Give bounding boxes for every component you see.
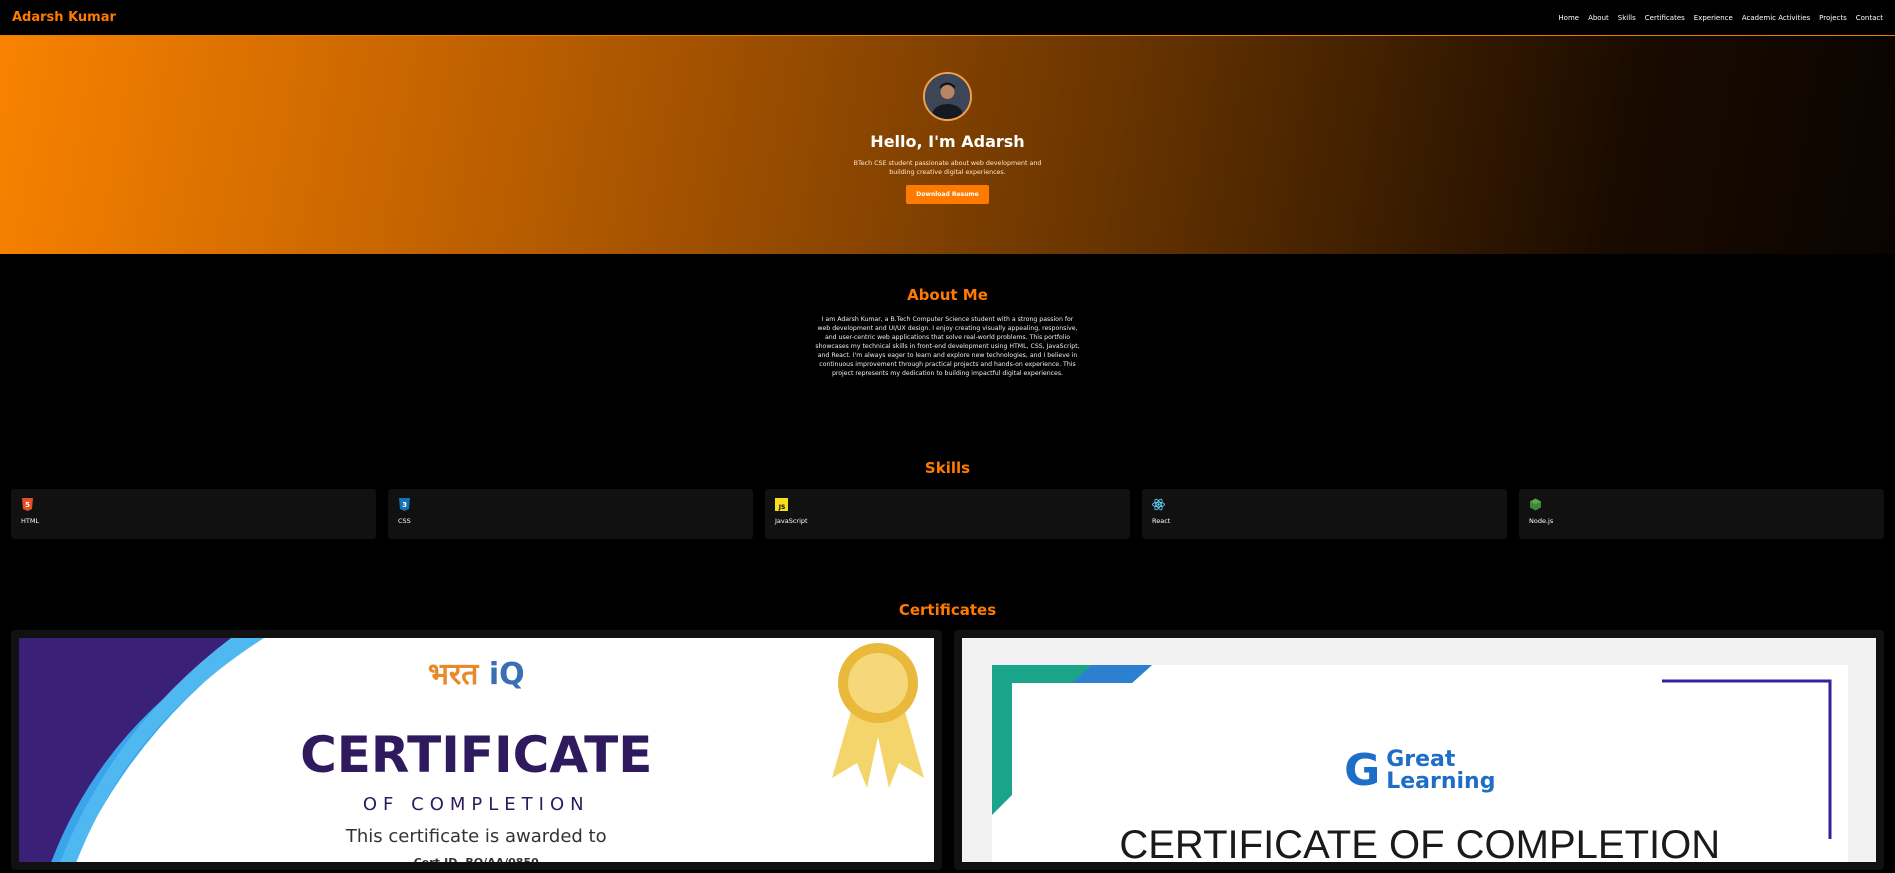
avatar bbox=[923, 72, 972, 121]
nav-link-about[interactable]: About bbox=[1588, 14, 1609, 22]
certificate-awarded-text: This certificate is awarded to bbox=[345, 826, 607, 847]
nav-link-certificates[interactable]: Certificates bbox=[1645, 14, 1685, 22]
certificate-heading: CERTIFICATE OF COMPLETION bbox=[1119, 823, 1721, 862]
skill-label: HTML bbox=[21, 517, 40, 525]
svg-text:5: 5 bbox=[25, 501, 30, 509]
great-learning-logo: G Great Learning bbox=[1344, 745, 1496, 796]
nav-link-contact[interactable]: Contact bbox=[1856, 14, 1883, 22]
nav-link-projects[interactable]: Projects bbox=[1819, 14, 1847, 22]
skill-card-nodejs: Node.js bbox=[1519, 489, 1884, 539]
profile-photo-icon bbox=[925, 74, 970, 119]
skill-label: React bbox=[1152, 517, 1171, 525]
skills-grid: 5 HTML 3 CSS JS JavaScript React Node.js bbox=[0, 489, 1895, 539]
skill-label: CSS bbox=[398, 517, 411, 525]
great-learning-g-icon: G bbox=[1344, 745, 1381, 796]
certificates-grid: भरत iQ CERTIFICATE OF COMPLETION This ce… bbox=[0, 630, 1895, 870]
svg-text:JS: JS bbox=[778, 504, 786, 511]
certificates-section: Certificates भरत iQ CERTIFICATE OF COMPL… bbox=[0, 539, 1895, 870]
nav-link-academic-activities[interactable]: Academic Activities bbox=[1742, 14, 1810, 22]
navbar: Adarsh Kumar Home About Skills Certifica… bbox=[0, 0, 1895, 36]
nav-link-home[interactable]: Home bbox=[1558, 14, 1579, 22]
hero-greeting: Hello, I'm Adarsh bbox=[870, 132, 1025, 151]
hero-tagline: BTech CSE student passionate about web d… bbox=[853, 160, 1042, 176]
skill-label: Node.js bbox=[1529, 517, 1554, 525]
about-section: About Me I am Adarsh Kumar, a B.Tech Com… bbox=[0, 254, 1895, 411]
certificate-id: Cert.ID. BQ/AA/0850 bbox=[19, 856, 934, 862]
about-title: About Me bbox=[907, 286, 988, 304]
brand-logo[interactable]: Adarsh Kumar bbox=[12, 10, 116, 25]
skills-section: Skills 5 HTML 3 CSS JS JavaScript React … bbox=[0, 411, 1895, 539]
html5-icon: 5 bbox=[22, 498, 33, 511]
certificate-heading: CERTIFICATE bbox=[300, 726, 653, 784]
certificate-card-great-learning[interactable]: G Great Learning CERTIFICATE OF COMPLETI… bbox=[953, 630, 1884, 870]
javascript-icon: JS bbox=[775, 498, 788, 511]
download-resume-button[interactable]: Download Resume bbox=[906, 185, 989, 204]
about-text: I am Adarsh Kumar, a B.Tech Computer Sci… bbox=[815, 316, 1080, 377]
certificate-image: भरत iQ CERTIFICATE OF COMPLETION This ce… bbox=[19, 638, 934, 862]
certificate-paper: G Great Learning CERTIFICATE OF COMPLETI… bbox=[991, 665, 1848, 862]
hero-section: Hello, I'm Adarsh BTech CSE student pass… bbox=[0, 36, 1895, 254]
skill-card-css: 3 CSS bbox=[388, 489, 753, 539]
bharatiq-logo: भरत iQ bbox=[427, 657, 525, 692]
skills-title: Skills bbox=[924, 459, 971, 477]
nodejs-icon bbox=[1530, 498, 1541, 511]
certificates-title: Certificates bbox=[898, 601, 997, 619]
skill-label: JavaScript bbox=[775, 517, 808, 525]
css3-icon: 3 bbox=[399, 498, 410, 511]
skill-card-react: React bbox=[1142, 489, 1507, 539]
certificate-image: G Great Learning CERTIFICATE OF COMPLETI… bbox=[961, 638, 1876, 862]
nav-link-skills[interactable]: Skills bbox=[1618, 14, 1636, 22]
nav-link-experience[interactable]: Experience bbox=[1694, 14, 1733, 22]
svg-text:3: 3 bbox=[402, 501, 407, 509]
react-icon bbox=[1152, 498, 1165, 511]
skill-card-html: 5 HTML bbox=[11, 489, 376, 539]
certificate-card-bharatiq[interactable]: भरत iQ CERTIFICATE OF COMPLETION This ce… bbox=[11, 630, 942, 870]
skill-card-javascript: JS JavaScript bbox=[765, 489, 1130, 539]
certificate-subheading: OF COMPLETION bbox=[362, 794, 590, 815]
nav-links: Home About Skills Certificates Experienc… bbox=[1558, 14, 1883, 22]
